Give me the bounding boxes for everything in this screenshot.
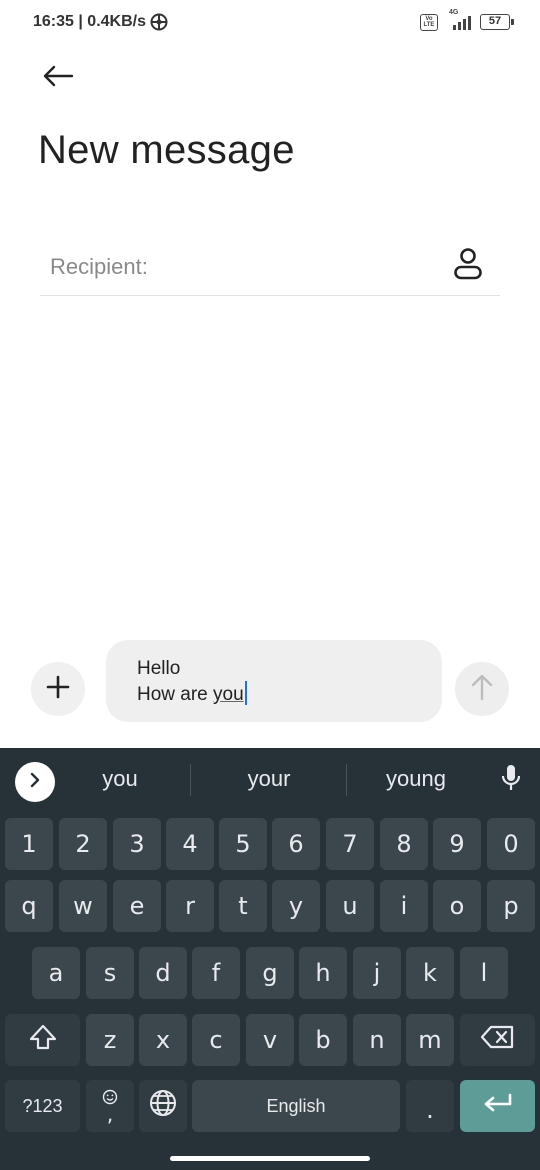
key-y[interactable]: y <box>272 880 320 932</box>
key-5[interactable]: 5 <box>219 818 267 870</box>
keyboard: you your young 1 2 3 4 5 6 7 8 9 0 q w e… <box>0 748 540 1170</box>
key-h[interactable]: h <box>299 947 347 999</box>
key-f[interactable]: f <box>192 947 240 999</box>
suggestion-1[interactable]: you <box>70 766 170 792</box>
backspace-icon <box>480 1024 516 1056</box>
suggestion-divider <box>190 764 191 796</box>
vpn-icon <box>150 13 168 31</box>
arrow-up-icon <box>470 673 494 706</box>
key-1[interactable]: 1 <box>5 818 53 870</box>
text-caret <box>244 681 247 705</box>
plus-icon <box>45 674 71 705</box>
chevron-right-icon <box>28 771 42 794</box>
microphone-icon <box>500 763 522 798</box>
key-c[interactable]: c <box>192 1014 240 1066</box>
recipient-input[interactable] <box>50 252 430 282</box>
key-s[interactable]: s <box>86 947 134 999</box>
key-3[interactable]: 3 <box>113 818 161 870</box>
send-button[interactable] <box>455 662 509 716</box>
key-o[interactable]: o <box>433 880 481 932</box>
key-k[interactable]: k <box>406 947 454 999</box>
key-8[interactable]: 8 <box>380 818 428 870</box>
symbols-key[interactable]: ?123 <box>5 1080 80 1132</box>
key-u[interactable]: u <box>326 880 374 932</box>
contact-person-icon <box>453 247 483 286</box>
space-bar[interactable]: English <box>192 1080 400 1132</box>
volte-bottom-text: LTE <box>423 21 435 28</box>
status-right: Vo LTE 4G 57 <box>420 9 514 31</box>
home-indicator[interactable] <box>170 1156 370 1161</box>
key-t[interactable]: t <box>219 880 267 932</box>
battery-level: 57 <box>488 15 502 27</box>
page-title: New message <box>38 128 295 172</box>
key-p[interactable]: p <box>487 880 535 932</box>
key-7[interactable]: 7 <box>326 818 374 870</box>
key-z[interactable]: z <box>86 1014 134 1066</box>
volte-icon: Vo LTE <box>420 13 438 31</box>
message-line-2-prefix: How are <box>137 684 214 705</box>
enter-return-icon <box>482 1092 514 1120</box>
key-i[interactable]: i <box>380 880 428 932</box>
shift-key[interactable] <box>5 1014 80 1066</box>
key-v[interactable]: v <box>246 1014 294 1066</box>
attach-button[interactable] <box>31 662 85 716</box>
key-m[interactable]: m <box>406 1014 454 1066</box>
voice-input-button[interactable] <box>496 762 526 798</box>
suggestion-3[interactable]: young <box>360 766 472 792</box>
key-4[interactable]: 4 <box>166 818 214 870</box>
comma-label: , <box>106 1102 114 1126</box>
suggestion-2[interactable]: your <box>210 766 328 792</box>
status-time-speed: 16:35 | 0.4KB/s <box>33 13 146 30</box>
message-line-1: Hello <box>137 658 181 679</box>
contact-picker-button[interactable] <box>450 246 486 286</box>
key-b[interactable]: b <box>299 1014 347 1066</box>
message-compose-field[interactable]: Hello How are you <box>106 640 442 722</box>
suggestion-divider <box>346 764 347 796</box>
back-button[interactable] <box>36 60 80 96</box>
key-a[interactable]: a <box>32 947 80 999</box>
key-r[interactable]: r <box>166 880 214 932</box>
key-e[interactable]: e <box>113 880 161 932</box>
enter-key[interactable] <box>460 1080 535 1132</box>
composing-word: you <box>213 684 244 705</box>
status-left: 16:35 | 0.4KB/s <box>33 13 168 31</box>
suggestion-bar: you your young <box>0 748 540 810</box>
shift-arrow-icon <box>28 1023 58 1057</box>
status-bar: 16:35 | 0.4KB/s Vo LTE 4G 57 <box>0 0 540 48</box>
key-g[interactable]: g <box>246 947 294 999</box>
key-9[interactable]: 9 <box>433 818 481 870</box>
key-n[interactable]: n <box>353 1014 401 1066</box>
key-x[interactable]: x <box>139 1014 187 1066</box>
key-j[interactable]: j <box>353 947 401 999</box>
globe-icon <box>148 1088 178 1124</box>
key-2[interactable]: 2 <box>59 818 107 870</box>
recipient-row <box>40 240 500 296</box>
expand-suggestions-button[interactable] <box>15 762 55 802</box>
battery-icon: 57 <box>480 14 514 30</box>
period-key[interactable]: . <box>406 1080 454 1132</box>
signal-icon: 4G <box>444 9 474 31</box>
key-0[interactable]: 0 <box>487 818 535 870</box>
key-w[interactable]: w <box>59 880 107 932</box>
comma-emoji-key[interactable]: , <box>86 1080 134 1132</box>
arrow-left-icon <box>42 65 74 92</box>
backspace-key[interactable] <box>460 1014 535 1066</box>
key-d[interactable]: d <box>139 947 187 999</box>
key-6[interactable]: 6 <box>272 818 320 870</box>
key-q[interactable]: q <box>5 880 53 932</box>
key-l[interactable]: l <box>460 947 508 999</box>
message-line-2: How are you <box>137 681 411 707</box>
language-key[interactable] <box>139 1080 187 1132</box>
